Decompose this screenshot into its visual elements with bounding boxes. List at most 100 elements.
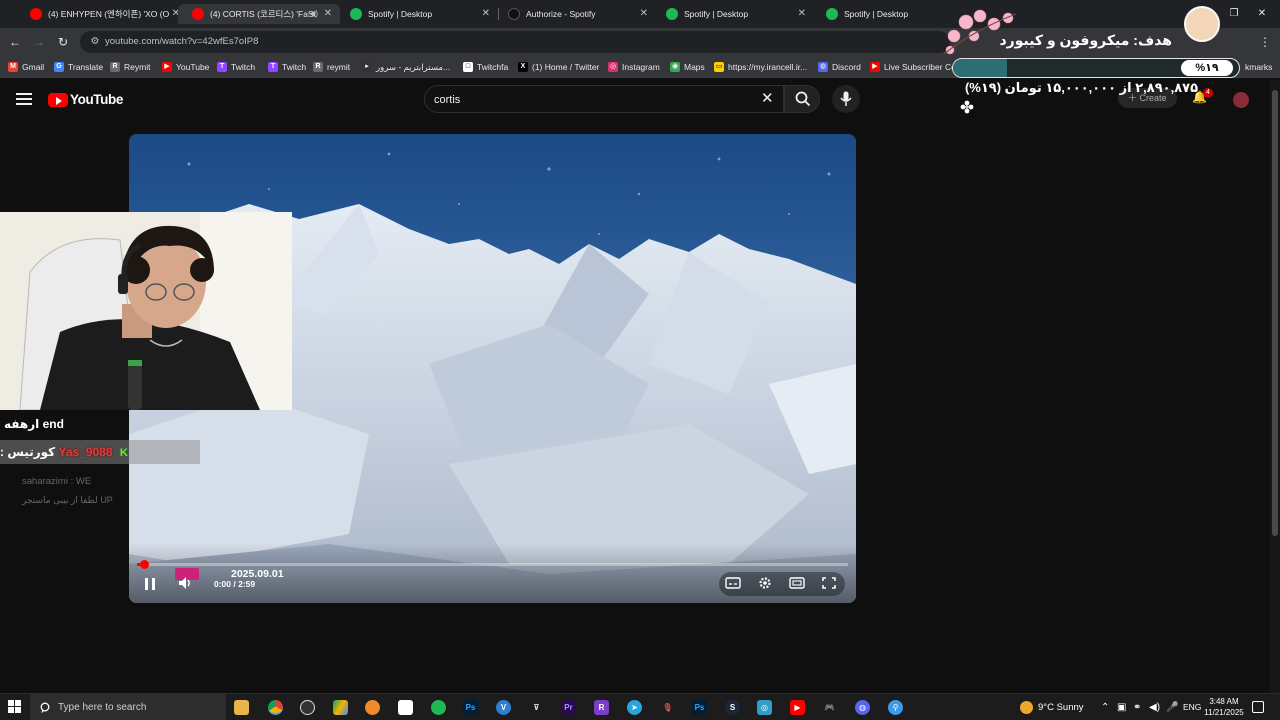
premiere-icon[interactable]: Pr	[561, 700, 576, 715]
browser-tab-authorize-spotify[interactable]: Authorize - Spotify ✕	[494, 4, 656, 24]
reymit-icon[interactable]: R	[594, 700, 609, 715]
bookmark-label: Twitchfa	[477, 62, 509, 72]
bookmark-item[interactable]: X (1) Home / Twitter	[518, 60, 599, 74]
page-scrollbar[interactable]	[1270, 80, 1280, 693]
browser-tab-cortis[interactable]: (4) CORTIS (코르티스) 'FaSt ◀) ✕	[178, 4, 340, 24]
speaker-icon[interactable]: ◀)	[309, 4, 318, 24]
windows-taskbar: Type here to search Ps V ⊽ Pr R ➤ 🎙 Ps S…	[0, 693, 1280, 720]
chrome-icon[interactable]	[268, 700, 283, 715]
settings-gear-icon[interactable]	[757, 576, 773, 590]
bookmark-item[interactable]: M Gmail	[8, 60, 44, 74]
browser-tab-spotify[interactable]: Spotify | Desktop ✕	[336, 4, 498, 24]
weather-widget[interactable]: 9°C Sunny	[1020, 694, 1084, 720]
bookmark-label: Gmail	[22, 62, 45, 72]
bookmark-item[interactable]: T Twitch	[217, 60, 255, 74]
microphone-tray-icon[interactable]: 🎤	[1166, 701, 1178, 714]
browser-tab-spotify[interactable]: Spotify | Desktop	[812, 4, 942, 24]
bookmark-item[interactable]: kmarks	[1245, 60, 1272, 74]
obs-icon[interactable]	[300, 700, 315, 715]
site-info-icon[interactable]: ⚙	[88, 35, 102, 49]
search-input[interactable]: cortis	[434, 86, 460, 114]
close-tab-icon[interactable]: ✕	[324, 4, 332, 24]
network-icon[interactable]: ▣	[1117, 701, 1126, 714]
voice-search-button[interactable]	[832, 85, 860, 113]
clear-search-icon[interactable]: ✕	[761, 90, 774, 108]
close-window-button[interactable]: ✕	[1248, 0, 1276, 28]
steam-icon[interactable]: S	[725, 700, 740, 715]
url-text[interactable]: youtube.com/watch?v=42wfEs7oIP8	[105, 31, 258, 53]
windows-start-icon[interactable]	[8, 700, 22, 714]
taskbar-search[interactable]: Type here to search	[30, 694, 226, 720]
bookmark-item[interactable]: ◍ Discord	[818, 60, 861, 74]
forward-arrow-icon[interactable]: →	[30, 33, 48, 51]
bookmark-item[interactable]: □ Twitchfa	[463, 60, 508, 74]
bookmark-item[interactable]: ▸ مسترابتریم - سرور...	[362, 60, 450, 74]
browser-menu-icon[interactable]: ⋮	[1256, 33, 1274, 51]
close-tab-icon[interactable]: ✕	[640, 4, 648, 24]
mascot-avatar	[1184, 6, 1220, 42]
bookmark-label: Translate	[68, 62, 104, 72]
telegram-icon[interactable]: ➤	[627, 700, 642, 715]
goal-progress-fill	[953, 59, 1008, 77]
scrollbar-thumb[interactable]	[1272, 90, 1278, 536]
close-tab-icon[interactable]: ✕	[798, 4, 806, 24]
bookmark-item[interactable]: ◎ Instagram	[608, 60, 660, 74]
microphone-app-icon[interactable]: 🎙	[660, 700, 675, 715]
search-button[interactable]	[784, 85, 820, 113]
youtube-app-icon[interactable]: ▶	[790, 700, 805, 715]
goal-title: هدف: میکروفون و کیبورد	[999, 32, 1172, 48]
hamburger-menu-icon[interactable]	[16, 91, 32, 107]
chevron-up-icon[interactable]: ⌃	[1101, 701, 1109, 714]
bookmark-label: kmarks	[1245, 62, 1273, 72]
notification-center-icon[interactable]	[1252, 701, 1264, 713]
taskbar-search-placeholder: Type here to search	[58, 702, 147, 713]
photoshop-icon[interactable]: Ps	[692, 700, 707, 715]
game-launcher-icon[interactable]: ⊽	[529, 700, 544, 715]
app-icon[interactable]	[365, 700, 380, 715]
bookmark-item[interactable]: T Twitch	[268, 60, 306, 74]
file-explorer-icon[interactable]	[234, 700, 249, 715]
youtube-logo[interactable]: YouTube	[48, 92, 123, 108]
document-icon[interactable]	[398, 700, 413, 715]
volume-icon[interactable]	[177, 575, 193, 591]
progress-bar[interactable]	[137, 560, 848, 569]
bookmark-favicon-icon: G	[54, 62, 64, 72]
theater-mode-icon[interactable]	[789, 576, 805, 590]
discord-icon[interactable]: ◍	[855, 700, 870, 715]
bookmark-item[interactable]: Rreymit	[313, 60, 350, 74]
bookmark-item[interactable]: ▶ YouTube	[162, 60, 209, 74]
input-language[interactable]: ENG	[1183, 694, 1201, 720]
bookmark-item[interactable]: ▶ Live Subscriber Co	[870, 60, 956, 74]
browser-tab-enhypen[interactable]: (4) ENHYPEN (엔하이픈) 'XO (O ✕	[16, 4, 188, 24]
reload-icon[interactable]: ↻	[54, 33, 72, 51]
subtitles-icon[interactable]	[725, 576, 741, 590]
bookmark-item[interactable]: G Translate	[54, 60, 103, 74]
system-clock[interactable]: 3:48 AM 11/21/2025	[1203, 696, 1245, 718]
pause-icon[interactable]	[143, 576, 157, 592]
spotify-icon[interactable]	[431, 700, 446, 715]
address-bar[interactable]: ⚙ youtube.com/watch?v=42wfEs7oIP8	[80, 31, 950, 53]
photoshop-icon[interactable]: Ps	[463, 700, 478, 715]
flower-icon	[960, 100, 974, 114]
search-box[interactable]: cortis ✕	[424, 85, 784, 113]
tab-title: (4) CORTIS (코르티스) 'FaSt	[210, 9, 316, 19]
bookmark-favicon-icon: ◎	[608, 62, 618, 72]
link-icon[interactable]: ⚭	[1133, 701, 1141, 714]
bookmark-item[interactable]: ▭ https://my.irancell.ir...	[714, 60, 807, 74]
fullscreen-icon[interactable]	[821, 576, 837, 590]
bookmark-label: https://my.irancell.ir...	[728, 62, 808, 72]
close-tab-icon[interactable]: ✕	[482, 4, 490, 24]
speaker-icon[interactable]: ◀)	[1149, 701, 1160, 714]
browser-tab-spotify[interactable]: Spotify | Desktop ✕	[652, 4, 814, 24]
bookmark-item[interactable]: ◉ Maps	[670, 60, 705, 74]
gamepad-icon[interactable]: 🎮	[822, 700, 837, 715]
back-arrow-icon[interactable]: ←	[6, 33, 24, 51]
bookmark-label: Reymit	[124, 62, 151, 72]
app-icon[interactable]: ⚲	[888, 700, 903, 715]
tab-title: Spotify | Desktop	[684, 9, 749, 19]
google-drive-icon[interactable]	[333, 700, 348, 715]
vscode-icon[interactable]: V	[496, 700, 511, 715]
bookmark-item[interactable]: R Reymit	[110, 60, 150, 74]
app-icon[interactable]: ◎	[757, 700, 772, 715]
chat-text: کورتیس :	[0, 445, 56, 459]
